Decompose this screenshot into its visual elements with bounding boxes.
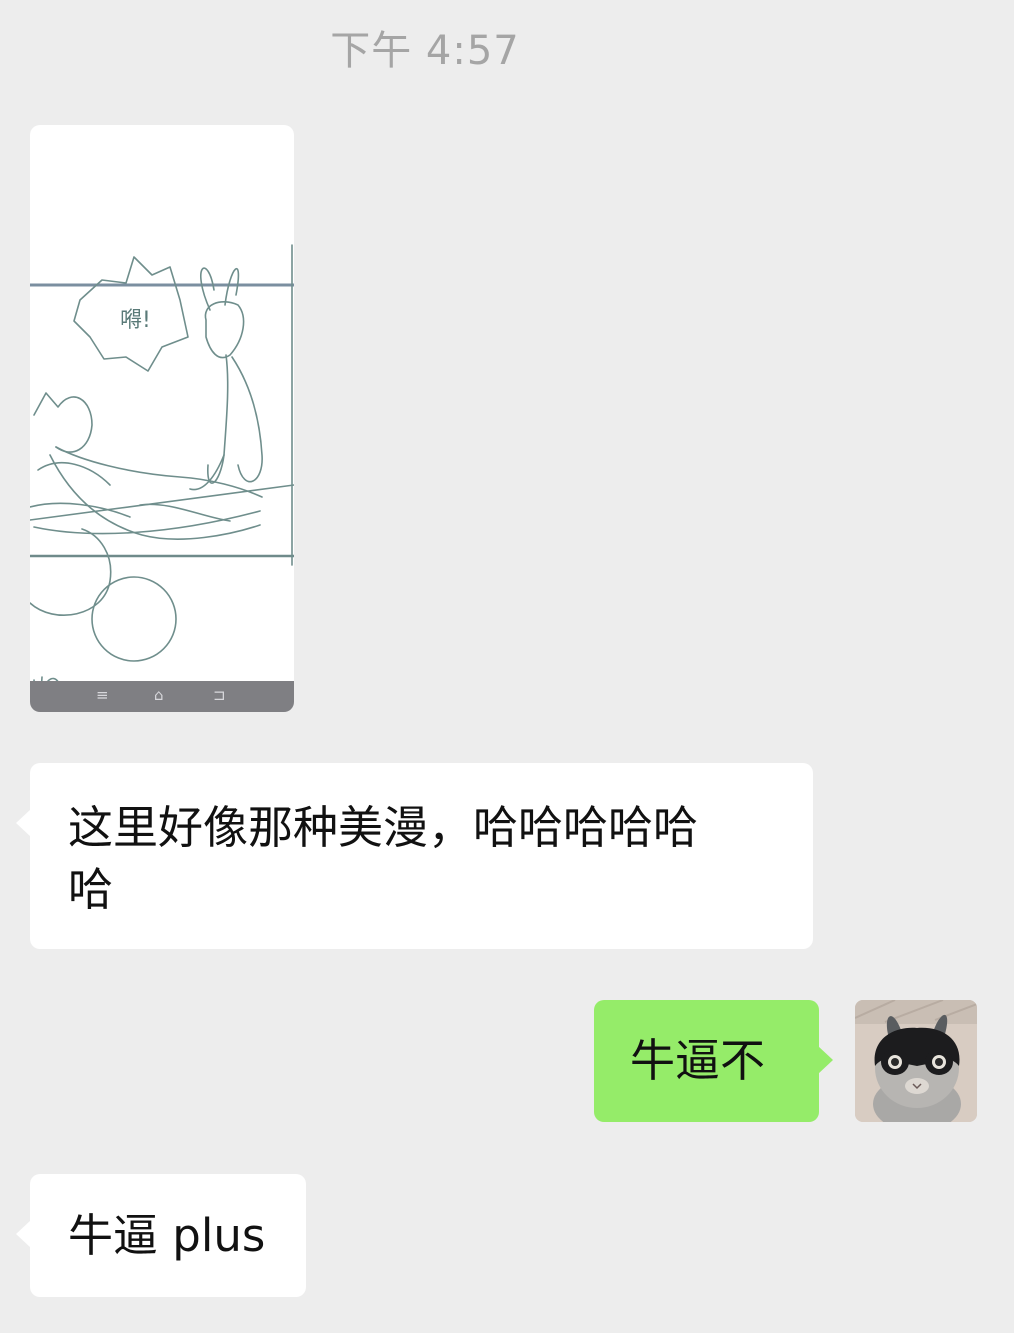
message-text: 牛逼不: [630, 1034, 766, 1087]
avatar[interactable]: [855, 1000, 977, 1122]
home-icon: ⌂: [154, 686, 164, 704]
outgoing-message-1[interactable]: 牛逼不: [594, 1000, 833, 1122]
bubble-tail: [16, 809, 31, 837]
timestamp: 下午 4:57: [330, 28, 520, 74]
rabbit-avatar-icon: [855, 1000, 977, 1122]
menu-icon: ≡: [96, 686, 109, 704]
incoming-message-1[interactable]: 这里好像那种美漫，哈哈哈哈哈 哈: [16, 763, 813, 949]
image-message[interactable]: 嘚! ≡ ⌂ ⊐: [30, 125, 294, 712]
sketch-image: 嘚!: [30, 244, 294, 711]
back-icon: ⊐: [213, 686, 226, 704]
sketch-caption: 嘚!: [120, 308, 151, 333]
bubble-tail: [818, 1046, 833, 1074]
bubble-tail: [16, 1220, 31, 1248]
incoming-message-2[interactable]: 牛逼 plus: [16, 1174, 306, 1297]
message-text: 牛逼 plus: [68, 1209, 266, 1262]
image-nav-bar: ≡ ⌂ ⊐: [30, 681, 294, 712]
message-text: 这里好像那种美漫，哈哈哈哈哈 哈: [68, 801, 699, 916]
